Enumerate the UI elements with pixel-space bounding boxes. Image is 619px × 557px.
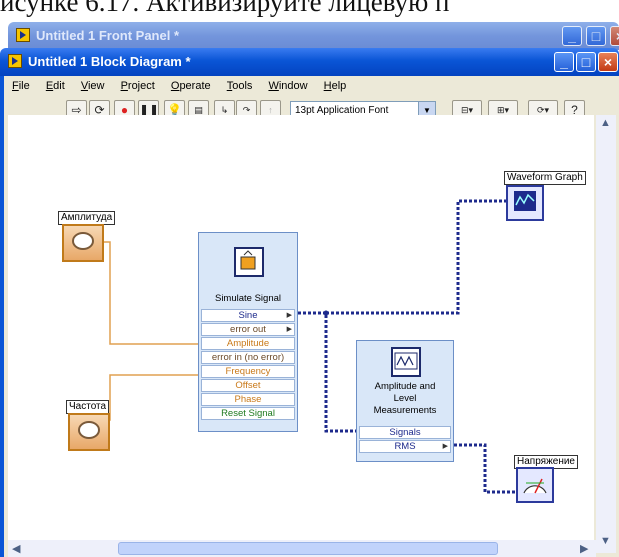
menu-help[interactable]: Help bbox=[324, 76, 347, 96]
waveform-graph-terminal[interactable] bbox=[506, 185, 544, 221]
scroll-left-icon[interactable]: ◀ bbox=[12, 542, 20, 555]
amplitude-input[interactable]: Amplitude bbox=[201, 337, 295, 350]
wire-sine-to-signals[interactable] bbox=[298, 311, 360, 433]
wire-sine-to-graph[interactable] bbox=[326, 199, 506, 315]
wire-amplitude[interactable] bbox=[102, 241, 204, 345]
amplitude-control-label[interactable]: Амплитуда bbox=[58, 211, 116, 225]
front-panel-titlebar[interactable]: Untitled 1 Front Panel * _ □ × bbox=[8, 22, 619, 50]
scroll-right-icon[interactable]: ▶ bbox=[580, 542, 588, 555]
menu-operate[interactable]: Operate bbox=[171, 76, 211, 96]
document-text: исунке 6.17. Активизируйте лицевую п bbox=[0, 0, 450, 17]
frequency-control-label[interactable]: Частота bbox=[66, 400, 110, 414]
signals-input[interactable]: Signals bbox=[359, 426, 451, 439]
diagram-canvas[interactable]: Waveform Graph Амплитуда Частота Simulat… bbox=[8, 115, 594, 540]
block-diagram-title: Untitled 1 Block Diagram * bbox=[28, 54, 191, 69]
scroll-up-icon[interactable]: ▲ bbox=[600, 117, 611, 129]
sine-output[interactable]: Sine ▶ bbox=[201, 309, 295, 322]
frequency-input[interactable]: Frequency bbox=[201, 365, 295, 378]
minimize-icon[interactable]: _ bbox=[554, 52, 574, 72]
meter-icon bbox=[523, 478, 547, 494]
vertical-scrollbar[interactable]: ▲ ▼ bbox=[596, 115, 616, 553]
maximize-icon[interactable]: □ bbox=[586, 26, 606, 46]
menu-view[interactable]: View bbox=[81, 76, 105, 96]
menu-bar: File Edit View Project Operate Tools Win… bbox=[12, 76, 359, 96]
error-out-output[interactable]: error out ▶ bbox=[201, 323, 295, 336]
reset-signal-input[interactable]: Reset Signal bbox=[201, 407, 295, 420]
knob-icon bbox=[78, 421, 100, 439]
close-icon[interactable]: × bbox=[598, 52, 618, 72]
phase-input[interactable]: Phase bbox=[201, 393, 295, 406]
labview-icon bbox=[8, 54, 22, 68]
menu-file[interactable]: File bbox=[12, 76, 30, 96]
block-diagram-titlebar[interactable]: Untitled 1 Block Diagram * _ □ × bbox=[0, 48, 619, 76]
horizontal-scroll-thumb[interactable] bbox=[118, 542, 498, 555]
menu-window[interactable]: Window bbox=[268, 76, 307, 96]
knob-icon bbox=[72, 232, 94, 250]
amplitude-measurements-title-3: Measurements bbox=[373, 405, 437, 416]
front-panel-title: Untitled 1 Front Panel * bbox=[36, 28, 180, 43]
wire-junction bbox=[323, 310, 329, 316]
waveform-graph-label[interactable]: Waveform Graph bbox=[504, 171, 586, 185]
error-in-input[interactable]: error in (no error) bbox=[201, 351, 295, 364]
menu-project[interactable]: Project bbox=[121, 76, 155, 96]
amplitude-control-terminal[interactable] bbox=[62, 224, 104, 262]
graph-icon bbox=[514, 191, 536, 211]
menu-edit[interactable]: Edit bbox=[46, 76, 65, 96]
measurement-icon bbox=[391, 347, 421, 377]
wire-rms-to-indicator[interactable] bbox=[454, 443, 518, 494]
amplitude-measurements-node[interactable]: Amplitude and Level Measurements Signals… bbox=[356, 340, 454, 462]
simulate-signal-node[interactable]: Simulate Signal Sine ▶ error out ▶ Amplitu… bbox=[198, 232, 298, 432]
signal-generator-icon bbox=[234, 247, 264, 277]
amplitude-measurements-title-1: Amplitude and bbox=[374, 381, 436, 392]
voltage-indicator-terminal[interactable] bbox=[516, 467, 554, 503]
rms-output[interactable]: RMS ▶ bbox=[359, 440, 451, 453]
menu-tools[interactable]: Tools bbox=[227, 76, 253, 96]
maximize-icon[interactable]: □ bbox=[576, 52, 596, 72]
close-icon[interactable]: × bbox=[610, 26, 619, 46]
frequency-control-terminal[interactable] bbox=[68, 413, 110, 451]
wire-frequency[interactable] bbox=[102, 374, 204, 421]
amplitude-measurements-title-2: Level bbox=[393, 393, 417, 404]
minimize-icon[interactable]: _ bbox=[562, 26, 582, 46]
labview-icon bbox=[16, 28, 30, 42]
simulate-signal-title: Simulate Signal bbox=[214, 293, 281, 304]
scroll-down-icon[interactable]: ▼ bbox=[600, 535, 611, 547]
horizontal-scrollbar[interactable]: ◀ ▶ bbox=[8, 540, 596, 557]
offset-input[interactable]: Offset bbox=[201, 379, 295, 392]
